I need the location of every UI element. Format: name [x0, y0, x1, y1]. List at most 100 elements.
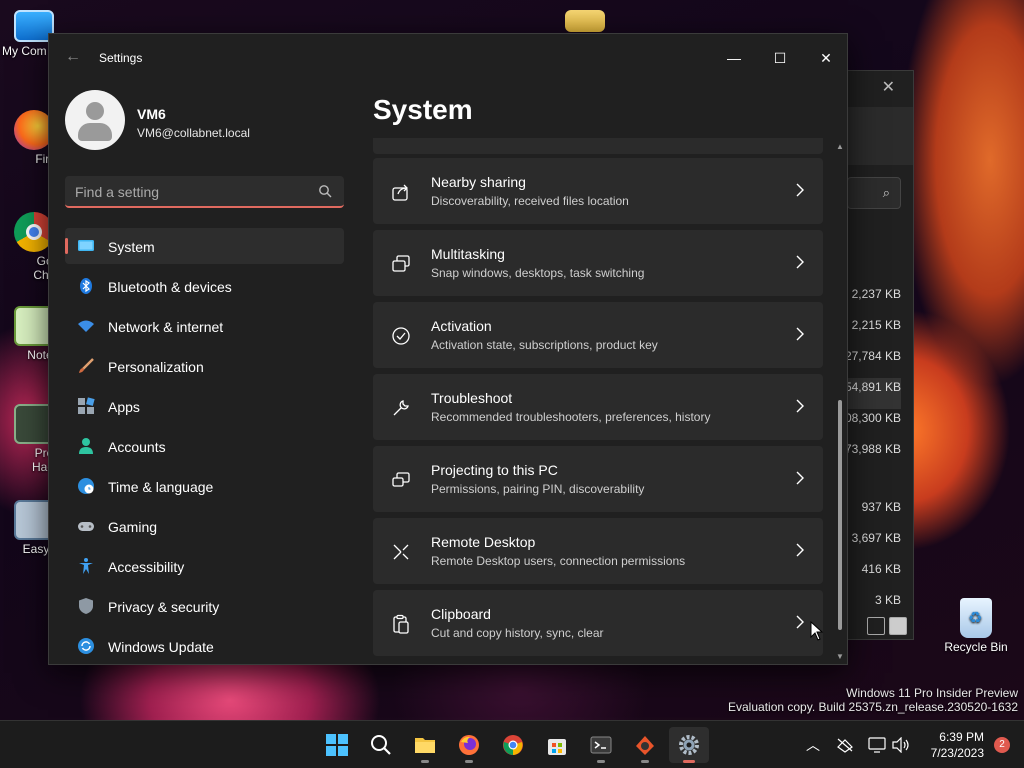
- start-icon: [326, 734, 348, 756]
- window-title: Settings: [99, 51, 143, 65]
- file-size: 27,784 KB: [844, 349, 901, 363]
- page-title: System: [373, 94, 473, 125]
- settings-card-troubleshoot[interactable]: Troubleshoot Recommended troubleshooters…: [373, 374, 823, 440]
- notification-badge[interactable]: 2: [994, 737, 1010, 753]
- taskbar-search-button[interactable]: [361, 727, 401, 763]
- sidebar-item-windows-update[interactable]: Windows Update: [65, 628, 344, 664]
- taskbar-file-explorer[interactable]: [405, 727, 445, 763]
- settings-card-clipboard[interactable]: Clipboard Cut and copy history, sync, cl…: [373, 590, 823, 656]
- network-offline-icon[interactable]: [836, 737, 854, 753]
- sidebar-item-network[interactable]: Network & internet: [65, 308, 344, 344]
- sidebar-item-label: Privacy & security: [108, 599, 220, 615]
- settings-card-partial: [373, 138, 823, 154]
- close-button[interactable]: ✕: [803, 42, 847, 74]
- view-toggle: [867, 617, 907, 635]
- projecting-icon: [392, 472, 410, 487]
- terminal-icon: [590, 736, 612, 754]
- sidebar-item-label: Gaming: [108, 519, 158, 535]
- sidebar-item-accounts[interactable]: Accounts: [65, 428, 344, 464]
- clipboard-icon: [393, 614, 409, 634]
- settings-card-nearby-sharing[interactable]: Nearby sharing Discoverability, received…: [373, 158, 823, 224]
- card-subtitle: Cut and copy history, sync, clear: [431, 626, 604, 640]
- settings-list: Nearby sharing Discoverability, received…: [373, 138, 823, 664]
- details-view-icon[interactable]: [867, 617, 885, 635]
- search-input[interactable]: [75, 182, 305, 202]
- sidebar-item-label: Accounts: [108, 439, 166, 455]
- settings-icon: [679, 735, 699, 755]
- watermark-edition: Windows 11 Pro Insider Preview: [846, 686, 1018, 700]
- file-size: 54,891 KB: [844, 378, 901, 409]
- activation-icon: [392, 327, 410, 345]
- clock-time: 6:39 PM: [939, 730, 984, 744]
- sidebar-item-privacy[interactable]: Privacy & security: [65, 588, 344, 624]
- taskbar-chrome[interactable]: [493, 727, 533, 763]
- running-indicator: [421, 760, 429, 763]
- card-subtitle: Activation state, subscriptions, product…: [431, 338, 658, 352]
- sidebar-item-system[interactable]: System: [65, 228, 344, 264]
- minimize-button[interactable]: —: [711, 42, 757, 74]
- taskbar: ︿ 6:39 PM 7/23/2023 2: [0, 720, 1024, 768]
- clock[interactable]: 6:39 PM 7/23/2023: [931, 729, 984, 761]
- scrollbar-thumb[interactable]: [838, 400, 842, 630]
- sidebar-item-accessibility[interactable]: Accessibility: [65, 548, 344, 584]
- sidebar-item-gaming[interactable]: Gaming: [65, 508, 344, 544]
- system-icon: [78, 240, 94, 251]
- taskbar-app[interactable]: [625, 727, 665, 763]
- update-icon: [78, 638, 94, 654]
- sidebar-item-label: Apps: [108, 399, 140, 415]
- user-email: VM6@collabnet.local: [137, 126, 250, 140]
- sidebar-item-label: Accessibility: [108, 559, 185, 575]
- settings-card-activation[interactable]: Activation Activation state, subscriptio…: [373, 302, 823, 368]
- taskbar-store[interactable]: [537, 727, 577, 763]
- avatar: [65, 90, 125, 150]
- close-icon[interactable]: ✕: [882, 77, 895, 97]
- card-title: Troubleshoot: [431, 390, 513, 406]
- find-setting-box[interactable]: [65, 176, 344, 208]
- sidebar-item-bluetooth[interactable]: Bluetooth & devices: [65, 268, 344, 304]
- volume-icon[interactable]: [892, 737, 910, 753]
- file-size: 937 KB: [861, 500, 901, 514]
- display-icon[interactable]: [868, 737, 886, 753]
- scrollbar[interactable]: ▲ ▼: [835, 142, 845, 662]
- card-subtitle: Discoverability, received files location: [431, 194, 629, 208]
- taskbar-firefox[interactable]: [449, 727, 489, 763]
- scroll-down-arrow-icon[interactable]: ▼: [835, 652, 845, 662]
- sidebar-item-label: Personalization: [108, 359, 204, 375]
- build-watermark: Windows 11 Pro Insider Preview Evaluatio…: [728, 686, 1018, 714]
- running-indicator: [641, 760, 649, 763]
- card-subtitle: Permissions, pairing PIN, discoverabilit…: [431, 482, 645, 496]
- wifi-icon: [78, 320, 94, 332]
- card-title: Remote Desktop: [431, 534, 536, 550]
- sidebar-item-label: Windows Update: [108, 639, 214, 655]
- sidebar-item-time-language[interactable]: Time & language: [65, 468, 344, 504]
- title-bar[interactable]: ← Settings — ☐ ✕: [49, 34, 847, 82]
- maximize-button[interactable]: ☐: [757, 42, 803, 74]
- firefox-icon: [459, 735, 479, 755]
- settings-card-projecting[interactable]: Projecting to this PC Permissions, pairi…: [373, 446, 823, 512]
- tiles-view-icon[interactable]: [889, 617, 907, 635]
- folder-icon: [565, 10, 605, 32]
- sidebar-item-apps[interactable]: Apps: [65, 388, 344, 424]
- explorer-toolbar: [837, 107, 913, 165]
- settings-window: ← Settings — ☐ ✕ VM6 VM6@collabnet.local…: [48, 33, 848, 665]
- watermark-build: Evaluation copy. Build 25375.zn_release.…: [728, 700, 1018, 714]
- desktop-icon-recycle-bin[interactable]: ♻ Recycle Bin: [941, 598, 1011, 654]
- search-icon: ⌕: [882, 185, 890, 200]
- explorer-search-box[interactable]: ⌕: [847, 177, 901, 209]
- taskbar-terminal[interactable]: [581, 727, 621, 763]
- recycle-bin-icon: ♻: [960, 598, 992, 638]
- back-arrow-icon[interactable]: ←: [65, 48, 81, 66]
- settings-card-multitasking[interactable]: Multitasking Snap windows, desktops, tas…: [373, 230, 823, 296]
- desktop-icon-folder[interactable]: [553, 10, 617, 34]
- multitasking-icon: [392, 255, 410, 272]
- chevron-right-icon: [796, 543, 804, 557]
- taskbar-settings[interactable]: [669, 727, 709, 763]
- scroll-up-arrow-icon[interactable]: ▲: [835, 142, 845, 152]
- chevron-right-icon: [796, 183, 804, 197]
- sidebar-item-personalization[interactable]: Personalization: [65, 348, 344, 384]
- start-button[interactable]: [317, 727, 357, 763]
- settings-card-remote-desktop[interactable]: Remote Desktop Remote Desktop users, con…: [373, 518, 823, 584]
- file-size: 2,215 KB: [851, 318, 901, 332]
- file-size: [845, 471, 901, 498]
- show-hidden-icons-chevron-icon[interactable]: ︿: [806, 735, 820, 755]
